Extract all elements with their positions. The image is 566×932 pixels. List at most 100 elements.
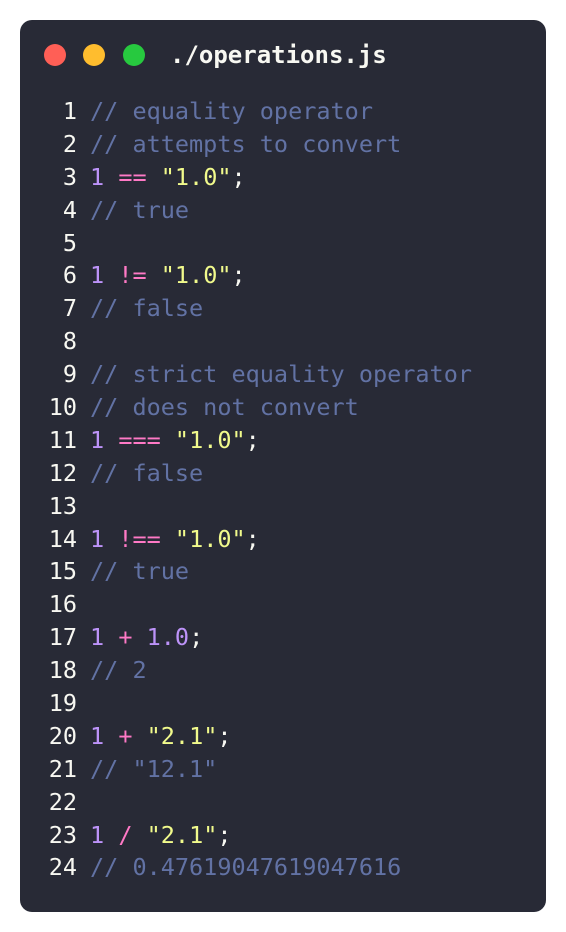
code-comment: // strict equality operator — [90, 360, 473, 389]
code-punctuation: ; — [231, 261, 246, 290]
line-content: 1 + 1.0; — [90, 621, 203, 654]
line-number: 1 — [62, 97, 77, 125]
line-content: // does not convert — [90, 391, 359, 424]
line-content: 1 / "2.1"; — [90, 819, 232, 852]
code-comment: // attempts to convert — [90, 129, 402, 158]
code-line: 8 — [20, 325, 546, 358]
maximize-window-button[interactable] — [123, 44, 145, 66]
line-content: 1 + "2.1"; — [90, 720, 232, 753]
line-number: 5 — [62, 228, 77, 257]
code-number: 1.0 — [146, 623, 190, 652]
code-operator: / — [118, 820, 133, 849]
line-number: 7 — [62, 294, 77, 323]
code-line: 4 // true — [20, 194, 546, 227]
code-operator: != — [118, 261, 147, 290]
line-number: 12 — [48, 458, 77, 487]
code-number: 1 — [90, 524, 105, 553]
code-line: 7 // false — [20, 292, 546, 325]
code-operator: === — [118, 425, 161, 454]
code-operator: == — [118, 162, 147, 191]
code-number: 1 — [90, 162, 105, 191]
line-number: 3 — [62, 162, 77, 191]
line-number: 14 — [48, 524, 77, 553]
code-comment: // false — [90, 294, 204, 323]
code-comment: // true — [90, 195, 190, 224]
code-number: 1 — [90, 425, 105, 454]
line-number: 24 — [48, 853, 77, 882]
line-number: 18 — [48, 656, 77, 685]
line-content: // 2 — [90, 654, 147, 687]
line-content: // false — [90, 457, 203, 490]
code-line: 18 // 2 — [20, 654, 546, 687]
code-window: ./operations.js 1// equality operator 2//… — [20, 20, 546, 912]
line-content: 1 === "1.0"; — [90, 424, 260, 457]
line-number: 13 — [48, 491, 77, 520]
code-comment: // false — [90, 458, 204, 487]
code-string: "1.0" — [160, 261, 232, 290]
code-comment: // true — [90, 557, 190, 586]
code-line: 21 // "12.1" — [20, 753, 546, 786]
code-editor[interactable]: 1 // equality operator 2 // attempts to con… — [20, 95, 546, 884]
code-punctuation: ; — [217, 820, 232, 849]
line-number: 17 — [48, 623, 77, 652]
code-line: 11 1 === "1.0"; — [20, 424, 546, 457]
file-name: ./operations.js — [170, 41, 387, 69]
code-line: 13 — [20, 490, 546, 523]
line-content: // equality operator — [90, 95, 373, 128]
code-punctuation: ; — [217, 721, 232, 750]
line-number: 11 — [48, 425, 77, 454]
code-line: 16 — [20, 588, 546, 621]
code-operator: + — [118, 721, 133, 750]
line-number: 9 — [62, 360, 77, 389]
minimize-window-button[interactable] — [83, 44, 105, 66]
code-number: 1 — [90, 721, 105, 750]
code-number: 1 — [90, 623, 105, 652]
code-punctuation: ; — [189, 623, 204, 652]
line-number: 2 — [62, 129, 77, 158]
code-number: 1 — [90, 820, 105, 849]
code-line: 9 // strict equality operator — [20, 358, 546, 391]
line-content: // strict equality operator — [90, 358, 472, 391]
code-comment: // equality operator — [90, 97, 373, 125]
line-content: // true — [90, 555, 189, 588]
code-punctuation: ; — [245, 425, 260, 454]
code-comment: // "12.1" — [90, 754, 218, 783]
code-punctuation: ; — [245, 524, 260, 553]
code-string: "2.1" — [146, 721, 218, 750]
code-line: 17 1 + 1.0; — [20, 621, 546, 654]
code-operator: + — [118, 623, 133, 652]
line-number: 8 — [62, 327, 77, 356]
code-line: 20 1 + "2.1"; — [20, 720, 546, 753]
code-comment: // 2 — [90, 656, 147, 685]
line-content: // "12.1" — [90, 753, 217, 786]
code-line: 31 == "1.0"; — [20, 161, 546, 194]
code-line: 61 != "1.0"; — [20, 259, 546, 292]
line-content: // 0.47619047619047616 — [90, 851, 401, 884]
line-number: 6 — [62, 261, 77, 290]
code-line: 12 // false — [20, 457, 546, 490]
code-line: 14 1 !== "1.0"; — [20, 523, 546, 556]
code-string: "1.0" — [174, 425, 246, 454]
code-punctuation: ; — [231, 162, 246, 191]
code-line: 19 — [20, 687, 546, 720]
code-line: 10 // does not convert — [20, 391, 546, 424]
code-string: "1.0" — [160, 162, 232, 191]
line-number: 10 — [48, 393, 77, 422]
code-line: 15 // true — [20, 555, 546, 588]
close-window-button[interactable] — [44, 44, 66, 66]
code-comment: // 0.47619047619047616 — [90, 853, 402, 882]
line-number: 15 — [48, 557, 77, 586]
line-content: 1 !== "1.0"; — [90, 523, 260, 556]
code-string: "2.1" — [146, 820, 218, 849]
